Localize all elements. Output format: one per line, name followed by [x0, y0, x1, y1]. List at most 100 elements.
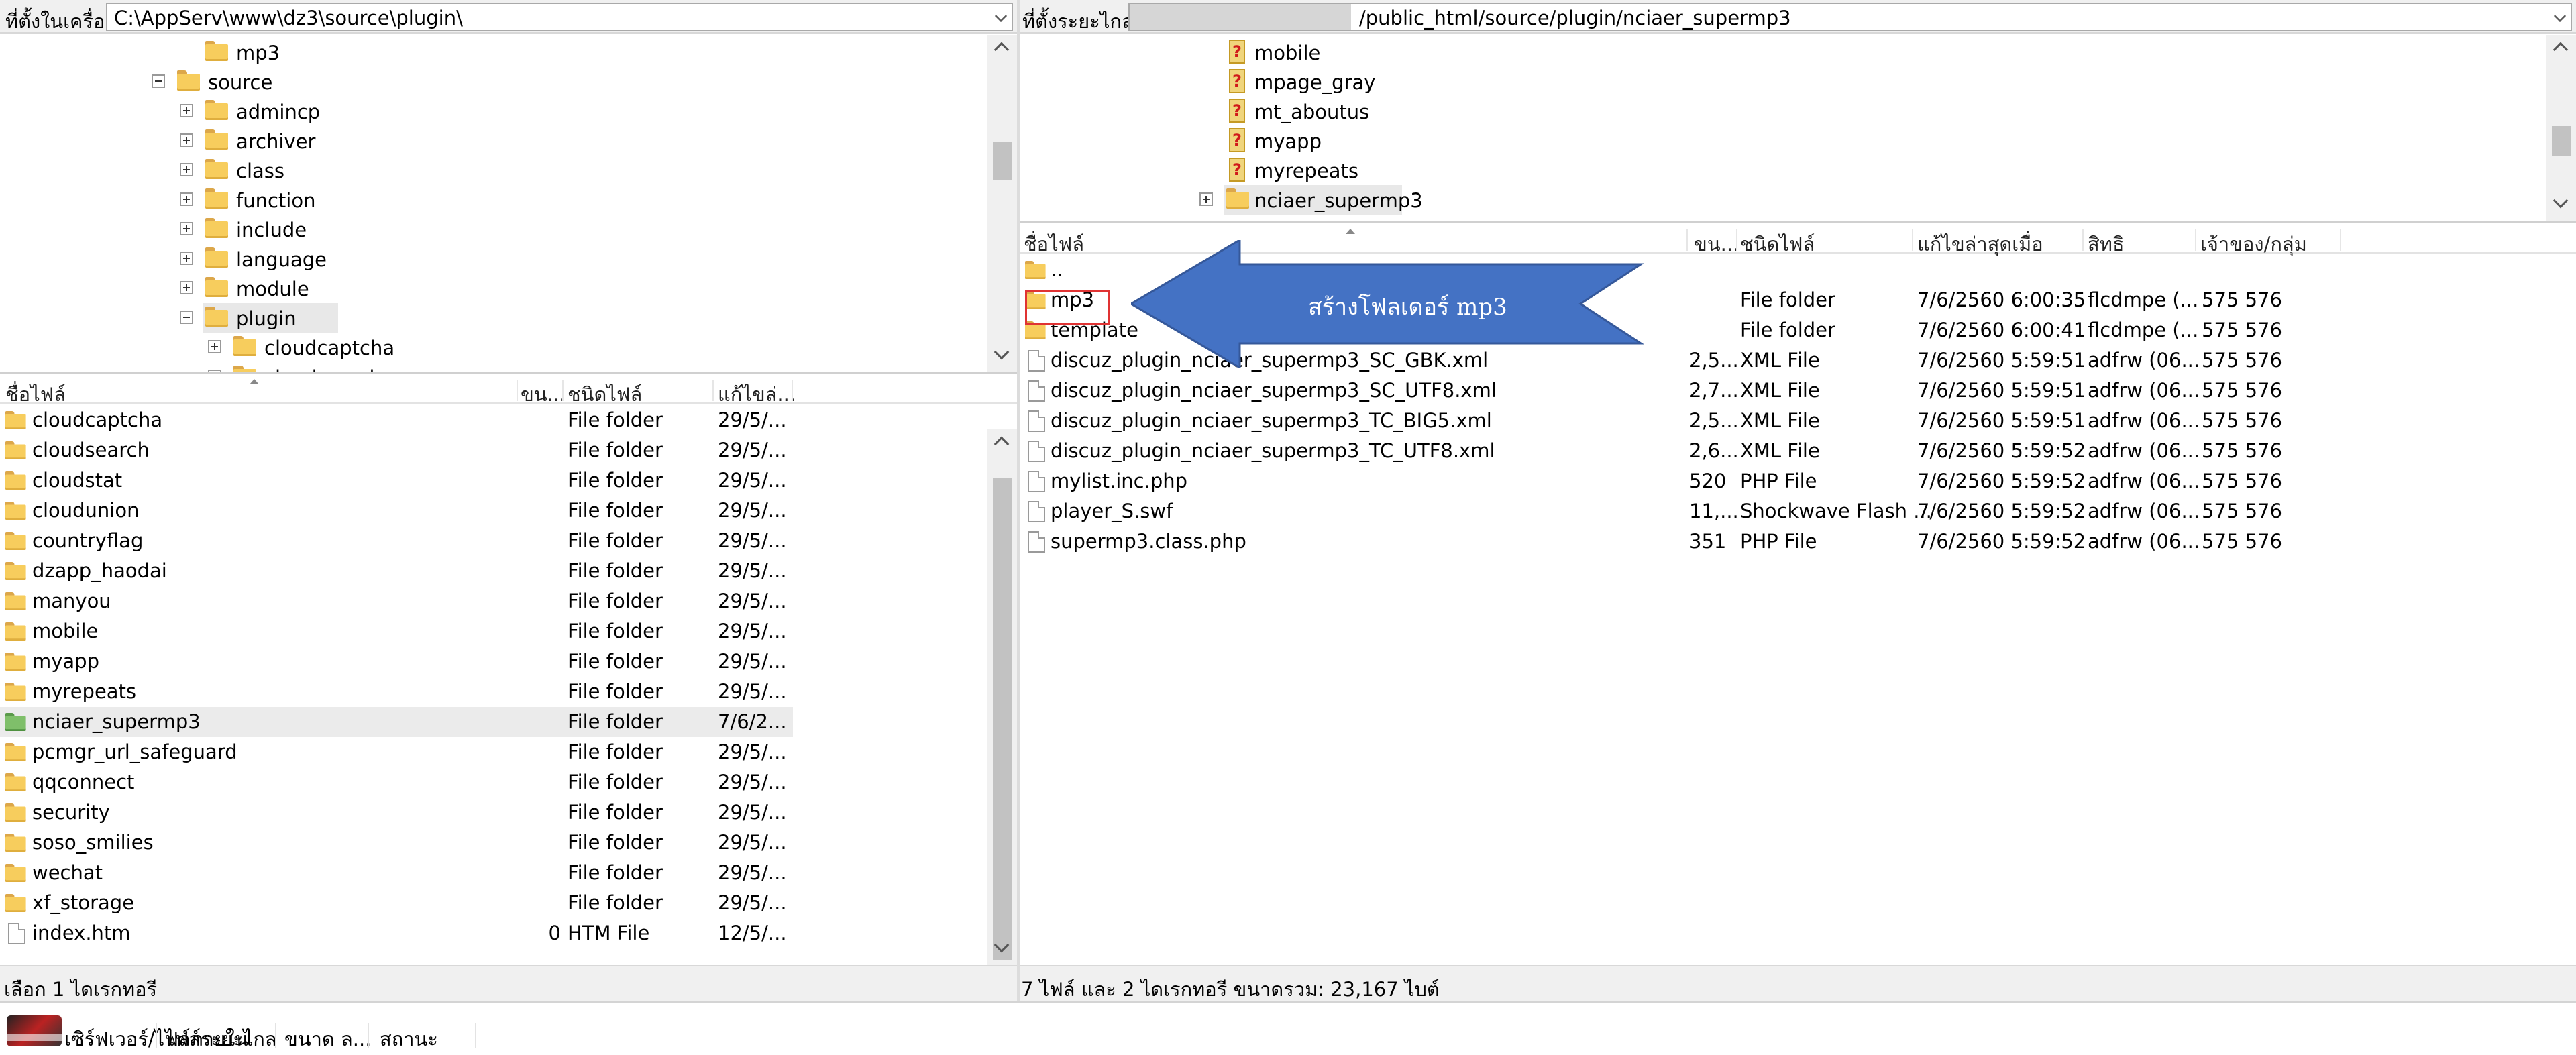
file-row[interactable]: myrepeats File folder 29/5/...: [0, 677, 793, 707]
col-divider[interactable]: [562, 380, 564, 401]
file-row[interactable]: supermp3.class.php 351 PHP File 7/6/2560 5:…: [1020, 526, 2341, 557]
expand-icon[interactable]: [180, 163, 193, 176]
tree-node-function[interactable]: function: [180, 185, 471, 215]
remote-tree-node-myapp[interactable]: ? myapp: [1224, 126, 1492, 156]
tree-node-label: mp3: [236, 42, 280, 64]
folder-icon: [177, 70, 200, 92]
chevron-down-icon[interactable]: [994, 344, 1010, 360]
cell-modified: 29/5/...: [718, 439, 787, 461]
local-path-combo[interactable]: C:\AppServ\www\dz3\source\plugin\: [106, 3, 1013, 31]
expand-icon[interactable]: [180, 281, 193, 294]
collapse-icon[interactable]: [152, 74, 165, 88]
expand-icon[interactable]: [180, 192, 193, 206]
scroll-thumb[interactable]: [2552, 126, 2571, 156]
file-row[interactable]: cloudunion File folder 29/5/...: [0, 496, 793, 526]
tree-node-admincp[interactable]: admincp: [180, 97, 471, 126]
col-divider[interactable]: [2082, 229, 2084, 251]
file-row[interactable]: security File folder 29/5/...: [0, 797, 793, 828]
cell-name: countryflag: [32, 529, 144, 552]
col-divider[interactable]: [275, 1023, 276, 1048]
tree-node-module[interactable]: module: [180, 274, 471, 303]
col-divider[interactable]: [792, 380, 793, 401]
cell-type: XML File: [1740, 409, 1820, 432]
file-row[interactable]: xf_storage File folder 29/5/...: [0, 888, 793, 918]
col-divider[interactable]: [2195, 229, 2196, 251]
col-divider[interactable]: [156, 1023, 157, 1048]
expand-icon[interactable]: [180, 252, 193, 265]
unknown-folder-icon: ?: [1229, 40, 1245, 64]
remote-tree-scrollbar[interactable]: [2546, 35, 2576, 221]
file-row[interactable]: cloudsearch File folder 29/5/...: [0, 435, 793, 465]
expand-icon[interactable]: [180, 133, 193, 147]
folder-icon: [5, 471, 26, 491]
file-row[interactable]: nciaer_supermp3 File folder 7/6/2...: [0, 707, 793, 737]
local-list-scrollbar[interactable]: [987, 429, 1017, 965]
file-row[interactable]: soso_smilies File folder 29/5/...: [0, 828, 793, 858]
chevron-up-icon[interactable]: [994, 42, 1010, 58]
scroll-thumb[interactable]: [993, 142, 1012, 180]
col-divider[interactable]: [1736, 229, 1737, 251]
file-row[interactable]: player_S.swf 11,... Shockwave Flash ... 7/6…: [1020, 496, 2341, 526]
col-divider[interactable]: [517, 380, 518, 401]
chevron-up-icon[interactable]: [2553, 42, 2569, 58]
folder-icon: [1226, 188, 1249, 210]
file-row[interactable]: discuz_plugin_nciaer_supermp3_SC_UTF8.xm…: [1020, 376, 2341, 406]
expand-icon[interactable]: [208, 370, 221, 372]
local-tree-scrollbar[interactable]: [987, 35, 1017, 372]
remote-tree-node-mpage_gray[interactable]: ? mpage_gray: [1224, 67, 1492, 97]
chevron-down-icon[interactable]: [2553, 9, 2567, 23]
file-row[interactable]: discuz_plugin_nciaer_supermp3_TC_UTF8.xm…: [1020, 436, 2341, 466]
cell-name: qqconnect: [32, 771, 135, 793]
col-divider[interactable]: [475, 1023, 476, 1048]
file-row[interactable]: countryflag File folder 29/5/...: [0, 526, 793, 556]
file-row[interactable]: index.htm 0 HTM File 12/5/...: [0, 918, 793, 948]
tree-node-cloudcaptcha[interactable]: cloudcaptcha: [208, 333, 499, 362]
remote-tree-node-mt_aboutus[interactable]: ? mt_aboutus: [1224, 97, 1492, 126]
scroll-thumb[interactable]: [993, 478, 1012, 960]
col-divider[interactable]: [1686, 229, 1688, 251]
expand-icon[interactable]: [1199, 192, 1213, 206]
file-row[interactable]: dzapp_haodai File folder 29/5/...: [0, 556, 793, 586]
tree-node-include[interactable]: include: [180, 215, 471, 244]
col-divider[interactable]: [1912, 229, 1913, 251]
col-divider[interactable]: [368, 1023, 369, 1048]
expand-icon[interactable]: [208, 340, 221, 353]
remote-tree-node-nciaer_supermp3[interactable]: nciaer_supermp3: [1199, 185, 1423, 215]
cell-modified: 29/5/...: [718, 891, 787, 914]
file-row[interactable]: wechat File folder 29/5/...: [0, 858, 793, 888]
col-divider[interactable]: [2340, 229, 2341, 251]
col-divider[interactable]: [712, 380, 714, 401]
cell-perm: adfrw (06...: [2088, 530, 2200, 553]
tree-node-source[interactable]: source: [152, 67, 443, 97]
file-row[interactable]: myapp File folder 29/5/...: [0, 647, 793, 677]
tree-node-cloudsearch[interactable]: cloudsearch: [208, 362, 499, 372]
file-row[interactable]: cloudstat File folder 29/5/...: [0, 465, 793, 496]
file-row[interactable]: qqconnect File folder 29/5/...: [0, 767, 793, 797]
chevron-up-icon[interactable]: [994, 436, 1010, 452]
chevron-down-icon[interactable]: [2553, 192, 2569, 209]
file-row[interactable]: manyou File folder 29/5/...: [0, 586, 793, 616]
tree-node-archiver[interactable]: archiver: [180, 126, 471, 156]
remote-tree-node-mobile[interactable]: ? mobile: [1224, 38, 1492, 67]
file-row[interactable]: cloudcaptcha File folder 29/5/...: [0, 405, 793, 435]
file-row[interactable]: mobile File folder 29/5/...: [0, 616, 793, 647]
collapse-icon[interactable]: [180, 311, 193, 324]
expand-icon[interactable]: [180, 104, 193, 117]
tree-node-plugin[interactable]: plugin: [180, 303, 338, 333]
tree-node-class[interactable]: class: [180, 156, 471, 185]
cell-type: File folder: [1740, 319, 1835, 341]
queue-col-size[interactable]: ขนาด ล...: [284, 1023, 371, 1054]
remote-tree-node-myrepeats[interactable]: ? myrepeats: [1224, 156, 1492, 185]
queue-col-remote[interactable]: ไฟล์ระยะไกล: [165, 1023, 277, 1054]
chevron-down-icon[interactable]: [994, 9, 1008, 23]
tree-node-mp3[interactable]: mp3: [203, 38, 471, 67]
cell-type: File folder: [568, 710, 663, 733]
file-row[interactable]: discuz_plugin_nciaer_supermp3_TC_BIG5.xm…: [1020, 406, 2341, 436]
file-row[interactable]: pcmgr_url_safeguard File folder 29/5/...: [0, 737, 793, 767]
cell-owner: 575 576: [2202, 319, 2282, 341]
remote-path-combo[interactable]: /public_html/source/plugin/nciaer_superm…: [1128, 3, 2572, 31]
tree-node-language[interactable]: language: [180, 244, 471, 274]
expand-icon[interactable]: [180, 222, 193, 235]
file-row[interactable]: mylist.inc.php 520 PHP File 7/6/2560 5:59:5…: [1020, 466, 2341, 496]
queue-col-status[interactable]: สถานะ: [380, 1023, 438, 1054]
